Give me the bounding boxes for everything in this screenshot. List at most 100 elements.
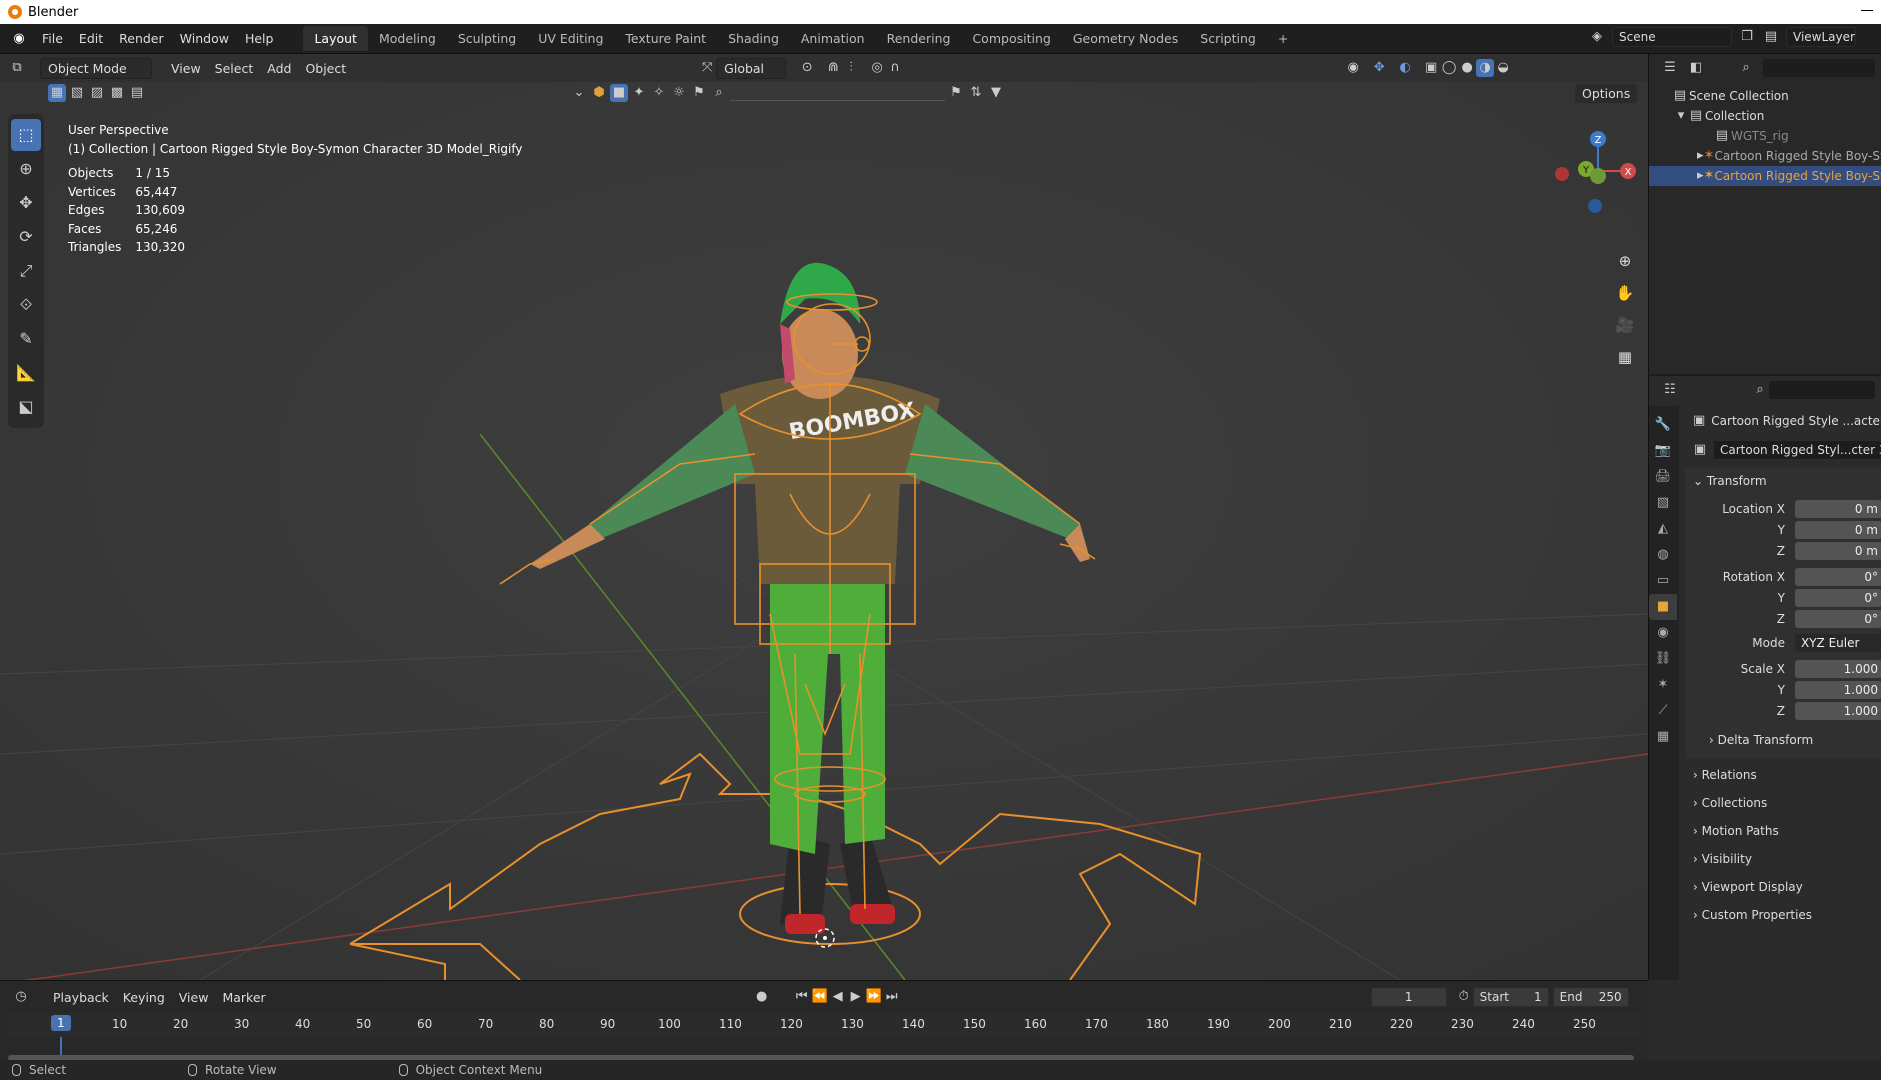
menu-add[interactable]: Add [260,59,298,78]
menu-window[interactable]: Window [172,31,237,46]
output-tab-icon[interactable]: 🖨 [1649,464,1677,490]
select-extend-icon[interactable]: ▧ [68,84,86,102]
object-types-icon[interactable]: ⬢ [590,84,608,102]
mode-selector[interactable]: Object Mode [40,57,152,79]
view-layer-tab-icon[interactable]: ▧ [1649,490,1677,516]
tab-modeling[interactable]: Modeling [368,26,447,51]
object-data-tab-icon[interactable]: ✶ [1649,672,1677,698]
object-tab-icon[interactable]: ■ [1649,594,1677,620]
tab-animation[interactable]: Animation [790,26,876,51]
tab-sculpting[interactable]: Sculpting [447,26,527,51]
select-intersect-icon[interactable]: ▤ [128,84,146,102]
rotation-z-field[interactable]: 0° [1795,610,1881,628]
custom-properties-panel[interactable]: › Custom Properties [1685,901,1881,929]
outliner-editor-icon[interactable]: ☰ [1661,59,1679,77]
mesh-filter-icon[interactable]: ■ [610,84,628,102]
gizmo-toggle-icon[interactable]: ✥ [1370,59,1388,77]
tab-uv-editing[interactable]: UV Editing [527,26,614,51]
scale-z-field[interactable]: 1.000 [1795,702,1881,720]
prev-keyframe-icon[interactable]: ⏪ [811,988,829,1006]
world-tab-icon[interactable]: ◍ [1649,542,1677,568]
timeline-editor-icon[interactable]: ◷ [12,988,30,1006]
scene-tab-icon[interactable]: ◭ [1649,516,1677,542]
transform-tool-icon[interactable]: ⟐ [11,289,41,321]
stopwatch-icon[interactable]: ⏱ [1455,988,1473,1006]
camera-filter-icon[interactable]: ⚑ [690,84,708,102]
outliner-item-scene-collection[interactable]: ▤ Scene Collection [1649,86,1881,106]
add-workspace-button[interactable]: + [1267,26,1299,51]
play-reverse-icon[interactable]: ◀ [829,988,847,1006]
tab-compositing[interactable]: Compositing [961,26,1061,51]
annotate-tool-icon[interactable]: ✎ [11,323,41,355]
proportional-edit-icon[interactable]: ◎ [868,59,886,77]
menu-view[interactable]: View [164,59,208,78]
outliner-item-armature[interactable]: ▸ ✶ Cartoon Rigged Style Boy-Sy [1649,146,1881,166]
outliner-item-wgts-rig[interactable]: ▤ WGTS_rig [1649,126,1881,146]
sort-icon[interactable]: ⇅ [967,84,985,102]
end-frame-field[interactable]: End 250 [1552,987,1629,1007]
editor-type-icon[interactable]: ⧉ [8,59,26,77]
light-filter-icon[interactable]: ☼ [670,84,688,102]
transform-orientation-selector[interactable]: Global [716,57,787,79]
scene-icon[interactable]: ◈ [1588,28,1606,46]
location-x-field[interactable]: 0 m [1795,500,1881,518]
outliner-search-input[interactable] [1763,59,1875,77]
tab-scripting[interactable]: Scripting [1189,26,1267,51]
pan-hand-icon[interactable]: ✋ [1612,280,1638,306]
start-frame-field[interactable]: Start 1 [1472,987,1549,1007]
tab-shading[interactable]: Shading [717,26,790,51]
properties-search-input[interactable] [1769,381,1875,399]
filter-search-input[interactable] [730,85,945,101]
delta-transform-subpanel[interactable]: › Delta Transform [1685,727,1881,753]
menu-select[interactable]: Select [208,59,261,78]
menu-file[interactable]: File [34,31,71,46]
properties-editor-icon[interactable]: ☷ [1661,381,1679,399]
physics-tab-icon[interactable]: ◉ [1649,620,1677,646]
rotation-mode-dropdown[interactable]: XYZ Euler [1795,634,1881,652]
solid-shading-icon[interactable]: ● [1458,59,1476,77]
timeline-ruler[interactable]: 1 10 20 30 40 50 60 70 80 90 100 110 120… [8,1013,1640,1037]
visibility-panel[interactable]: › Visibility [1685,845,1881,873]
visibility-icon[interactable]: ◉ [1344,59,1362,77]
next-keyframe-icon[interactable]: ⏩ [865,988,883,1006]
rendered-shading-icon[interactable]: ◒ [1494,59,1512,77]
empty-filter-icon[interactable]: ✧ [650,84,668,102]
jump-end-icon[interactable]: ⏭ [883,988,901,1006]
tab-geometry-nodes[interactable]: Geometry Nodes [1062,26,1189,51]
search-icon[interactable]: ⌕ [710,84,728,102]
xray-icon[interactable]: ▣ [1422,59,1440,77]
outliner-item-collection[interactable]: ▾ ▤ Collection [1649,106,1881,126]
outliner-item-active-object[interactable]: ▸ ✶ Cartoon Rigged Style Boy-Sy [1649,166,1881,186]
keying-menu[interactable]: Keying [116,988,172,1007]
search-icon[interactable]: ⌕ [1737,59,1755,77]
select-box-tool-icon[interactable]: ⬚ [11,119,41,151]
display-mode-icon[interactable]: ◧ [1687,59,1705,77]
scale-y-field[interactable]: 1.000 [1795,681,1881,699]
menu-render[interactable]: Render [111,31,172,46]
location-z-field[interactable]: 0 m [1795,542,1881,560]
tab-texture-paint[interactable]: Texture Paint [614,26,717,51]
new-scene-icon[interactable]: ❐ [1738,28,1756,46]
pivot-point-icon[interactable]: ⊙ [798,59,816,77]
timeline-view-menu[interactable]: View [172,988,216,1007]
record-icon[interactable]: ● [753,988,771,1006]
object-name-field[interactable]: Cartoon Rigged Styl...cter 3D [1713,440,1881,460]
collection-tab-icon[interactable]: ▭ [1649,568,1677,594]
chevron-down-icon[interactable]: ▾ [1675,107,1687,125]
3d-viewport[interactable]: BOOMBOX ⧉ Object Mode View Select Add Ob… [0,54,1648,980]
camera-view-icon[interactable]: 🎥 [1612,312,1638,338]
blender-menu-icon[interactable]: ◉ [10,30,28,48]
jump-start-icon[interactable]: ⏮ [793,988,811,1006]
minimize-icon[interactable] [1861,10,1873,11]
render-tab-icon[interactable]: 📷 [1649,438,1677,464]
bone-tab-icon[interactable]: ⟋ [1649,698,1677,724]
menu-help[interactable]: Help [237,31,282,46]
marker-menu[interactable]: Marker [215,988,272,1007]
menu-edit[interactable]: Edit [71,31,111,46]
select-invert-icon[interactable]: ▩ [108,84,126,102]
relations-panel[interactable]: › Relations [1685,761,1881,789]
tool-tab-icon[interactable]: 🔧 [1649,412,1677,438]
material-preview-shading-icon[interactable]: ◑ [1476,59,1495,77]
search-icon[interactable]: ⌕ [1751,381,1769,399]
play-icon[interactable]: ▶ [847,988,865,1006]
